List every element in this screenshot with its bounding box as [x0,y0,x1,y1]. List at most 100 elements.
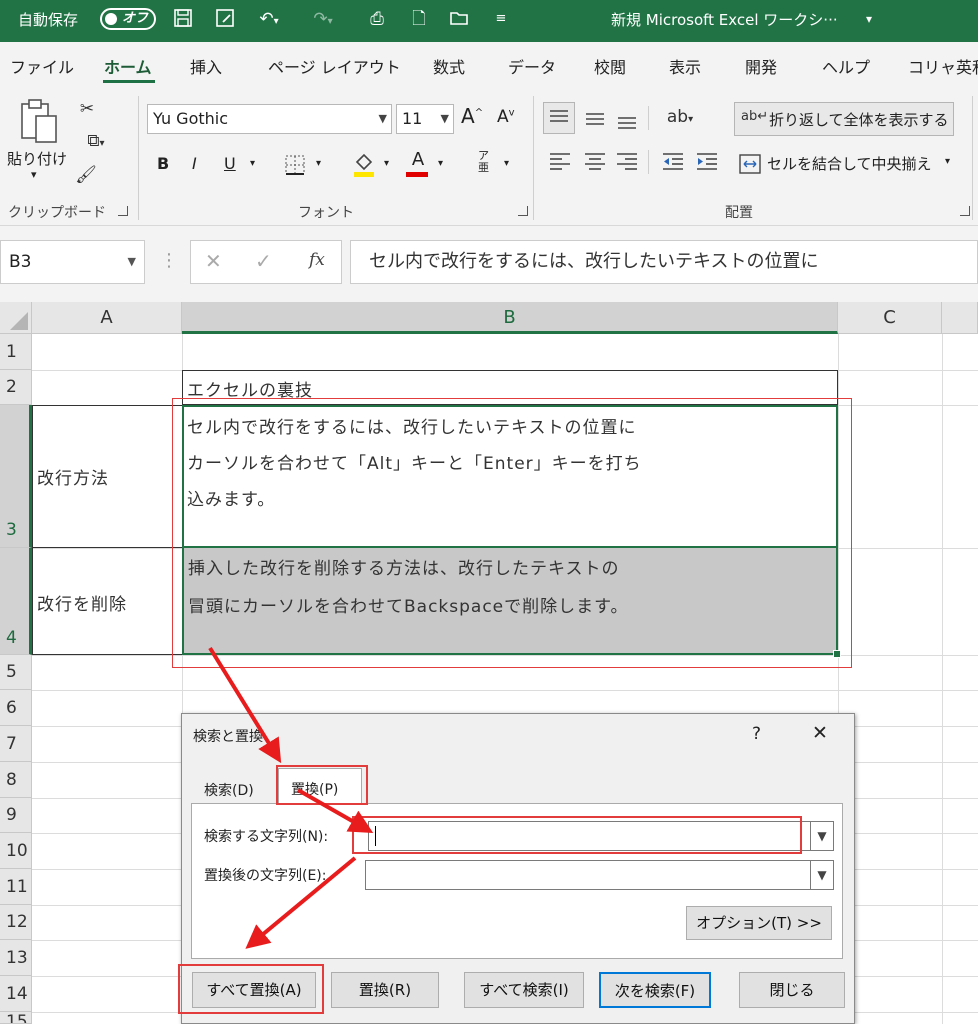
column-header-d[interactable] [942,302,978,334]
customize-qat-icon[interactable]: ≡ [490,8,512,30]
row-header-14[interactable]: 14 [0,976,32,1012]
find-history-dropdown[interactable]: ▼ [810,821,834,851]
phonetic-dropdown-icon[interactable]: ▾ [504,158,509,169]
title-dropdown-icon[interactable]: ▾ [866,12,872,26]
replace-history-dropdown[interactable]: ▼ [810,860,834,890]
close-button[interactable]: 閉じる [739,972,845,1008]
fill-color-icon[interactable] [352,152,376,178]
formula-bar-grip-icon: ⋮ [160,250,178,271]
enter-check-icon[interactable]: ✓ [255,249,272,273]
row-header-3[interactable]: 3 [0,405,32,548]
cancel-icon[interactable]: ✕ [205,249,222,273]
column-header-c[interactable]: C [838,302,942,334]
tab-file[interactable]: ファイル [10,54,74,78]
format-painter-icon[interactable]: 🖌 [74,162,98,188]
underline-button[interactable]: U [224,154,236,173]
formula-input[interactable]: セル内で改行をするには、改行したいテキストの位置に [350,240,978,284]
tab-insert[interactable]: 挿入 [190,54,222,78]
replace-input[interactable] [365,860,811,890]
tab-home[interactable]: ホーム [104,54,152,78]
font-grow-icon[interactable]: A^ [461,104,483,128]
insert-function-icon[interactable]: fx [309,250,325,270]
cell-a3[interactable]: 改行方法 [32,405,182,548]
select-all-corner[interactable] [0,302,32,334]
annotation-box-replace-tab [276,765,368,805]
tab-help[interactable]: ヘルプ [822,54,870,78]
tab-view[interactable]: 表示 [669,54,701,78]
redo-icon[interactable]: ↷▾ [308,8,338,30]
middle-align-icon[interactable] [582,104,608,132]
fill-color-dropdown-icon[interactable]: ▾ [384,158,389,169]
row-header-7[interactable]: 7 [0,726,32,762]
align-left-icon[interactable] [547,148,573,174]
name-box[interactable]: B3 ▼ [0,240,145,284]
row-header-12[interactable]: 12 [0,905,32,940]
tab-page-layout[interactable]: ページ レイアウト [268,54,401,78]
row-header-11[interactable]: 11 [0,869,32,905]
font-launcher-icon[interactable] [518,206,528,216]
copy-icon[interactable]: ⧉▾ [76,128,116,154]
group-divider [972,96,973,220]
row-header-15[interactable]: 15 [0,1012,32,1024]
close-icon[interactable]: ✕ [812,722,828,744]
font-shrink-icon[interactable]: Av [497,107,515,127]
column-header-a[interactable]: A [32,302,182,334]
row-header-1[interactable]: 1 [0,334,32,370]
replace-button[interactable]: 置換(R) [331,972,439,1008]
increase-indent-icon[interactable] [694,148,720,174]
save-as-icon[interactable] [214,8,236,30]
font-color-icon[interactable]: A [406,150,430,178]
print-icon[interactable]: ⎙ [366,8,388,30]
open-folder-icon[interactable] [448,8,470,30]
find-next-button[interactable]: 次を検索(F) [599,972,711,1008]
tab-developer[interactable]: 開発 [745,54,777,78]
row-header-5[interactable]: 5 [0,655,32,690]
font-size-value: 11 [402,109,423,128]
merge-center-button[interactable]: セルを結合して中央揃え ▾ [737,150,969,178]
align-right-icon[interactable] [614,148,640,174]
row-header-2[interactable]: 2 [0,370,32,405]
row-header-8[interactable]: 8 [0,762,32,798]
group-divider [533,96,534,220]
align-center-icon[interactable] [582,148,608,174]
cell-a4[interactable]: 改行を削除 [32,548,182,655]
tab-find[interactable]: 検索(D) [196,774,270,802]
paste-dropdown-icon[interactable]: ▾ [31,168,37,181]
clipboard-launcher-icon[interactable] [118,206,128,216]
help-button[interactable]: ? [752,724,761,744]
font-name-combo[interactable]: Yu Gothic ▼ [147,104,392,134]
column-header-b[interactable]: B [182,302,838,334]
wrap-text-button[interactable]: ab↵ 折り返して全体を表示する [734,102,954,136]
bottom-align-icon[interactable] [614,104,640,132]
row-header-10[interactable]: 10 [0,833,32,869]
borders-icon[interactable] [284,154,306,176]
row-header-6[interactable]: 6 [0,690,32,726]
italic-button[interactable]: I [192,154,197,173]
orientation-icon[interactable]: ab▾ [658,104,702,130]
borders-dropdown-icon[interactable]: ▾ [316,158,321,169]
font-size-combo[interactable]: 11 ▼ [396,104,454,134]
row-header-9[interactable]: 9 [0,798,32,833]
tab-formulas[interactable]: 数式 [433,54,465,78]
phonetic-guide-icon[interactable]: ア亜 [478,150,489,174]
print-preview-icon[interactable]: 🗋 [408,8,430,30]
decrease-indent-icon[interactable] [660,148,686,174]
paste-icon[interactable] [16,98,62,146]
undo-icon[interactable]: ↶▾ [254,8,284,30]
row-header-13[interactable]: 13 [0,940,32,976]
tab-data[interactable]: データ [508,54,556,78]
underline-dropdown-icon[interactable]: ▾ [250,158,255,169]
font-color-dropdown-icon[interactable]: ▾ [438,158,443,169]
top-align-button[interactable] [543,102,575,134]
bold-button[interactable]: B [157,154,169,173]
find-all-button[interactable]: すべて検索(I) [464,972,584,1008]
options-button[interactable]: オプション(T) >> [686,906,832,940]
tab-review[interactable]: 校閲 [594,54,626,78]
save-icon[interactable] [172,8,194,30]
tab-koryaeiwa[interactable]: コリャ英和 [908,54,978,78]
autosave-toggle[interactable]: オフ [100,8,156,30]
cut-icon[interactable]: ✂ [76,96,98,122]
alignment-launcher-icon[interactable] [960,206,970,216]
paste-label[interactable]: 貼り付け [7,148,67,169]
row-header-4[interactable]: 4 [0,548,32,655]
